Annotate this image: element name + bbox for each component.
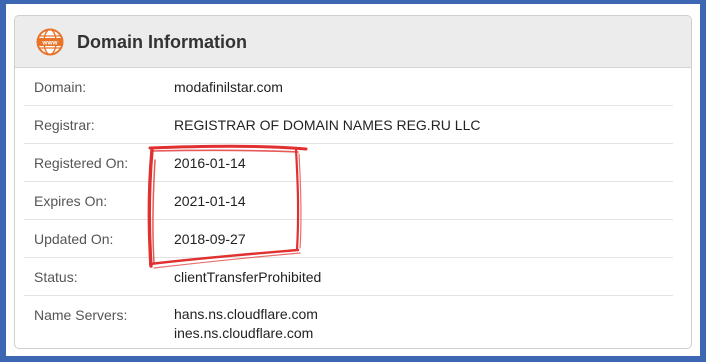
card-header: www Domain Information — [15, 16, 691, 68]
value-status: clientTransferProhibited — [174, 269, 322, 285]
label-updated-on: Updated On: — [34, 231, 114, 247]
row-domain: Domain: modafinilstar.com — [24, 68, 673, 106]
row-name-servers: Name Servers: hans.ns.cloudflare.com ine… — [24, 296, 673, 348]
value-updated-on: 2018-09-27 — [174, 231, 246, 247]
row-registered-on: Registered On: 2016-01-14 — [24, 144, 673, 182]
label-registered-on: Registered On: — [34, 155, 129, 171]
label-status: Status: — [34, 269, 78, 285]
label-domain: Domain: — [34, 79, 87, 95]
value-registrar: REGISTRAR OF DOMAIN NAMES REG.RU LLC — [174, 117, 481, 133]
www-icon-text: www — [41, 40, 58, 47]
label-name-servers: Name Servers: — [34, 307, 128, 323]
value-name-servers: hans.ns.cloudflare.com ines.ns.cloudflar… — [174, 305, 318, 343]
www-icon: www — [36, 28, 64, 56]
card-title: Domain Information — [77, 32, 247, 52]
row-registrar: Registrar: REGISTRAR OF DOMAIN NAMES REG… — [24, 106, 673, 144]
label-registrar: Registrar: — [34, 117, 95, 133]
row-updated-on: Updated On: 2018-09-27 — [24, 220, 673, 258]
name-server-1: hans.ns.cloudflare.com — [174, 306, 318, 322]
label-expires-on: Expires On: — [34, 193, 108, 209]
value-domain: modafinilstar.com — [174, 79, 283, 95]
value-expires-on: 2021-01-14 — [174, 193, 246, 209]
name-server-2: ines.ns.cloudflare.com — [174, 325, 314, 341]
row-status: Status: clientTransferProhibited — [24, 258, 673, 296]
domain-info-card: www Domain Information Domain: modafinil… — [14, 15, 692, 349]
info-rows: Domain: modafinilstar.com Registrar: REG… — [15, 68, 691, 348]
value-registered-on: 2016-01-14 — [174, 155, 246, 171]
row-expires-on: Expires On: 2021-01-14 — [24, 182, 673, 220]
